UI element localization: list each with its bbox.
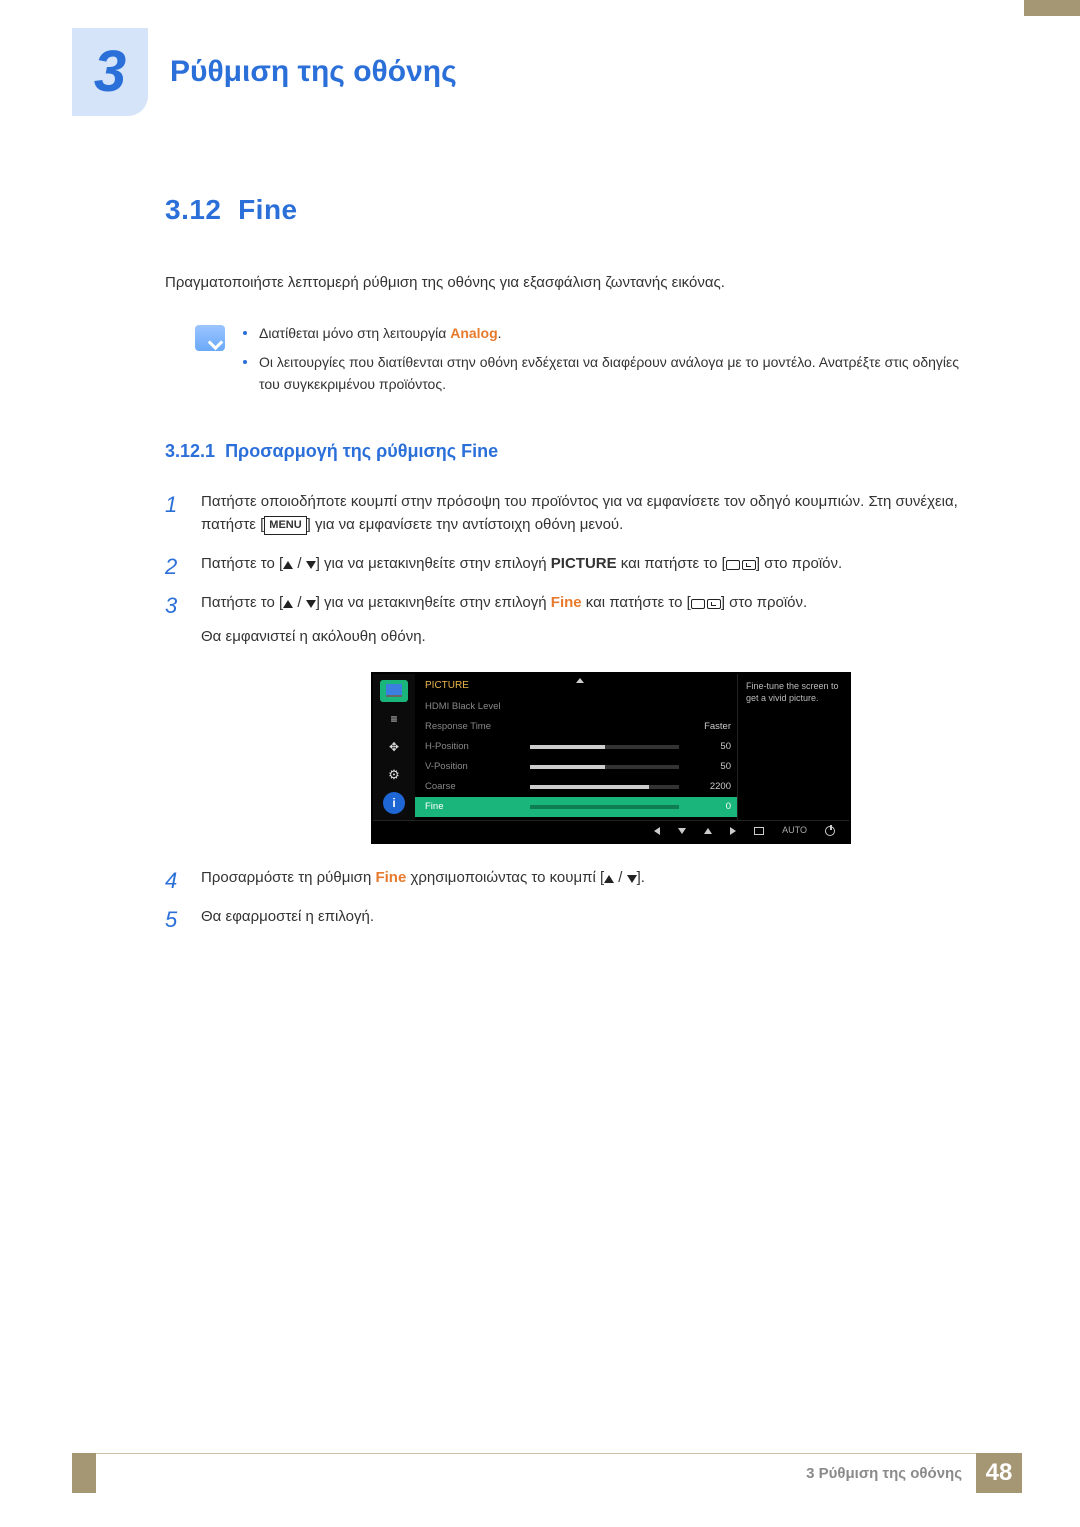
note-item: Οι λειτουργίες που διατίθενται στην οθόν… [243, 352, 960, 395]
subsection-heading: 3.12.1 Προσαρμογή της ρύθμισης Fine [165, 438, 960, 466]
osd-tab-setup-icon [380, 764, 408, 786]
osd-scroll-up-icon [576, 678, 584, 683]
osd-sidebar [373, 674, 415, 820]
osd-nav-enter-icon [754, 827, 764, 835]
osd-row: Coarse 2200 [425, 777, 731, 797]
step: Πατήστε οποιοδήποτε κουμπί στην πρόσοψη … [165, 490, 960, 537]
osd-nav-down-icon [678, 828, 686, 834]
picture-label: PICTURE [551, 555, 617, 572]
osd-row-bar [530, 805, 679, 809]
triangle-up-icon [604, 875, 614, 883]
section-intro: Πραγματοποιήστε λεπτομερή ρύθμιση της οθ… [165, 271, 960, 294]
osd-row-name: HDMI Black Level [425, 700, 520, 715]
step: Πατήστε το [ / ] για να μετακινηθείτε στ… [165, 591, 960, 844]
accent-fine: Fine [375, 869, 406, 886]
chapter-title: Ρύθμιση της οθόνης [170, 49, 457, 96]
triangle-down-icon [306, 561, 316, 569]
osd-row: HDMI Black Level [425, 697, 731, 717]
top-corner-tab [1024, 0, 1080, 16]
osd-row-value: Faster [697, 720, 731, 735]
osd-footer: AUTO [373, 820, 849, 842]
section-number: 3.12 [165, 194, 222, 225]
osd-tab-picture-icon [380, 680, 408, 702]
triangle-up-icon [283, 600, 293, 608]
accent-analog: Analog [450, 325, 497, 341]
osd-row-name: Response Time [425, 720, 520, 735]
osd-row: Fine 0 [415, 797, 737, 817]
osd-row-bar [530, 785, 679, 789]
page-number: 48 [976, 1453, 1022, 1493]
menu-badge: MENU [264, 516, 306, 535]
osd-tab-position-icon [380, 736, 408, 758]
accent-fine: Fine [551, 594, 582, 611]
osd-row-value: 50 [697, 740, 731, 755]
osd-row: V-Position 50 [425, 757, 731, 777]
osd-row-name: Coarse [425, 780, 520, 795]
triangle-down-icon [627, 875, 637, 883]
step: Προσαρμόστε τη ρύθμιση Fine χρησιμοποιών… [165, 866, 960, 889]
chapter-number: 3 [94, 43, 126, 101]
osd-row: H-Position 50 [425, 737, 731, 757]
section-heading: 3.12 Fine [165, 188, 960, 231]
osd-row-value: 50 [697, 760, 731, 775]
osd-nav-right-icon [730, 827, 736, 835]
osd-row-bar [530, 765, 679, 769]
osd-row: Response Time Faster [425, 717, 731, 737]
osd-nav-left-icon [654, 827, 660, 835]
page-header: 3 Ρύθμιση της οθόνης [0, 0, 1080, 116]
osd-body: PICTURE HDMI Black LevelResponse TimeFas… [415, 674, 737, 820]
osd-screenshot: PICTURE HDMI Black LevelResponse TimeFas… [371, 672, 851, 844]
section-title: Fine [238, 194, 298, 225]
osd-row-value: 2200 [697, 780, 731, 795]
osd-row-bar [530, 745, 679, 749]
footer-text: 3 Ρύθμιση της οθόνης [806, 1462, 962, 1485]
osd-row-name: V-Position [425, 760, 520, 775]
step-subtext: Θα εμφανιστεί η ακόλουθη οθόνη. [201, 625, 960, 648]
note-list: Διατίθεται μόνο στη λειτουργία Analog. Ο… [243, 323, 960, 404]
step: Πατήστε το [ / ] για να μετακινηθείτε στ… [165, 552, 960, 575]
triangle-up-icon [283, 561, 293, 569]
page-footer: 3 Ρύθμιση της οθόνης 48 [72, 1453, 1022, 1493]
enter-icon [726, 560, 756, 570]
chapter-badge: 3 [72, 28, 148, 116]
osd-tab-info-icon [383, 792, 405, 814]
note-block: Διατίθεται μόνο στη λειτουργία Analog. Ο… [195, 323, 960, 404]
osd-tab-menu-icon [380, 708, 408, 730]
osd-row-name: H-Position [425, 740, 520, 755]
enter-icon [691, 599, 721, 609]
triangle-down-icon [306, 600, 316, 608]
osd-power-icon [825, 826, 835, 836]
osd-footer-auto: AUTO [782, 824, 807, 838]
note-item: Διατίθεται μόνο στη λειτουργία Analog. [243, 323, 960, 345]
osd-row-value: 0 [697, 800, 731, 815]
step: Θα εφαρμοστεί η επιλογή. [165, 905, 960, 928]
footer-stripe [72, 1453, 96, 1493]
note-icon [195, 325, 225, 351]
osd-nav-up-icon [704, 828, 712, 834]
page-content: 3.12 Fine Πραγματοποιήστε λεπτομερή ρύθμ… [0, 116, 1080, 928]
steps-list: Πατήστε οποιοδήποτε κουμπί στην πρόσοψη … [165, 490, 960, 929]
osd-row-name: Fine [425, 800, 520, 815]
osd-description: Fine-tune the screen to get a vivid pict… [737, 674, 849, 820]
